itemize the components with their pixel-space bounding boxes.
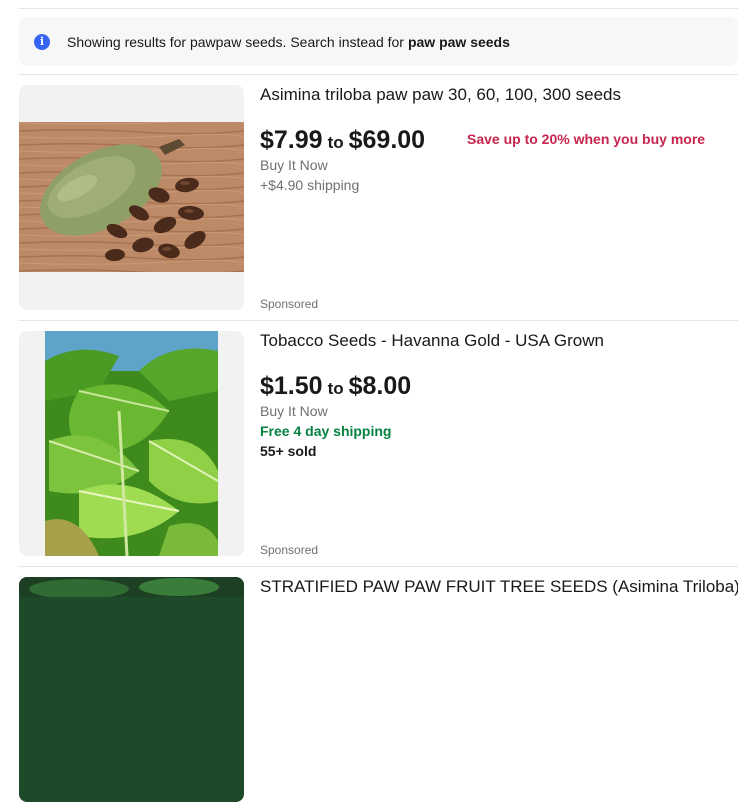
item-title[interactable]: Asimina triloba paw paw 30, 60, 100, 300…	[260, 85, 621, 105]
price-low: $7.99	[260, 126, 323, 154]
item-divider	[19, 566, 738, 567]
price-high: $8.00	[348, 372, 412, 400]
pawpaw-photo	[19, 122, 244, 272]
info-icon: i	[34, 33, 50, 50]
search-correction-banner: i Showing results for pawpaw seeds. Sear…	[19, 17, 738, 66]
item-title[interactable]: Tobacco Seeds - Havanna Gold - USA Grown	[260, 331, 604, 351]
sponsored-label: Sponsored	[260, 543, 319, 557]
sold-count: 55+ sold	[260, 443, 317, 459]
promo-text: Save up to 20% when you buy more	[467, 131, 706, 147]
price-low: $1.50	[260, 372, 323, 400]
item-divider	[19, 320, 738, 321]
top-divider	[19, 8, 738, 9]
search-instead-link[interactable]: paw paw seeds	[408, 34, 510, 50]
sponsored-label: Sponsored	[260, 297, 319, 311]
search-correction-text: Showing results for pawpaw seeds. Search…	[67, 34, 510, 50]
item-title[interactable]: STRATIFIED PAW PAW FRUIT TREE SEEDS (Asi…	[260, 577, 738, 597]
item-image-pawpaw[interactable]	[19, 85, 244, 310]
item-price: $1.50 to $8.00	[260, 372, 411, 401]
price-high: $69.00	[348, 126, 426, 154]
item-image-pawpaw-tree[interactable]	[19, 577, 244, 802]
buy-format: Buy It Now	[260, 403, 328, 419]
shipping-free: Free 4 day shipping	[260, 423, 392, 439]
tobacco-photo	[45, 331, 219, 556]
item-price: $7.99 to $69.00	[260, 126, 425, 155]
shipping-cost: +$4.90 shipping	[260, 177, 360, 193]
item-divider	[19, 74, 738, 75]
buy-format: Buy It Now	[260, 157, 328, 173]
price-to: to	[327, 379, 344, 398]
search-correction-message: Showing results for pawpaw seeds. Search…	[67, 33, 404, 50]
pawpaw-tree-photo	[19, 577, 244, 599]
price-to: to	[327, 133, 344, 152]
item-image-tobacco[interactable]	[19, 331, 244, 556]
